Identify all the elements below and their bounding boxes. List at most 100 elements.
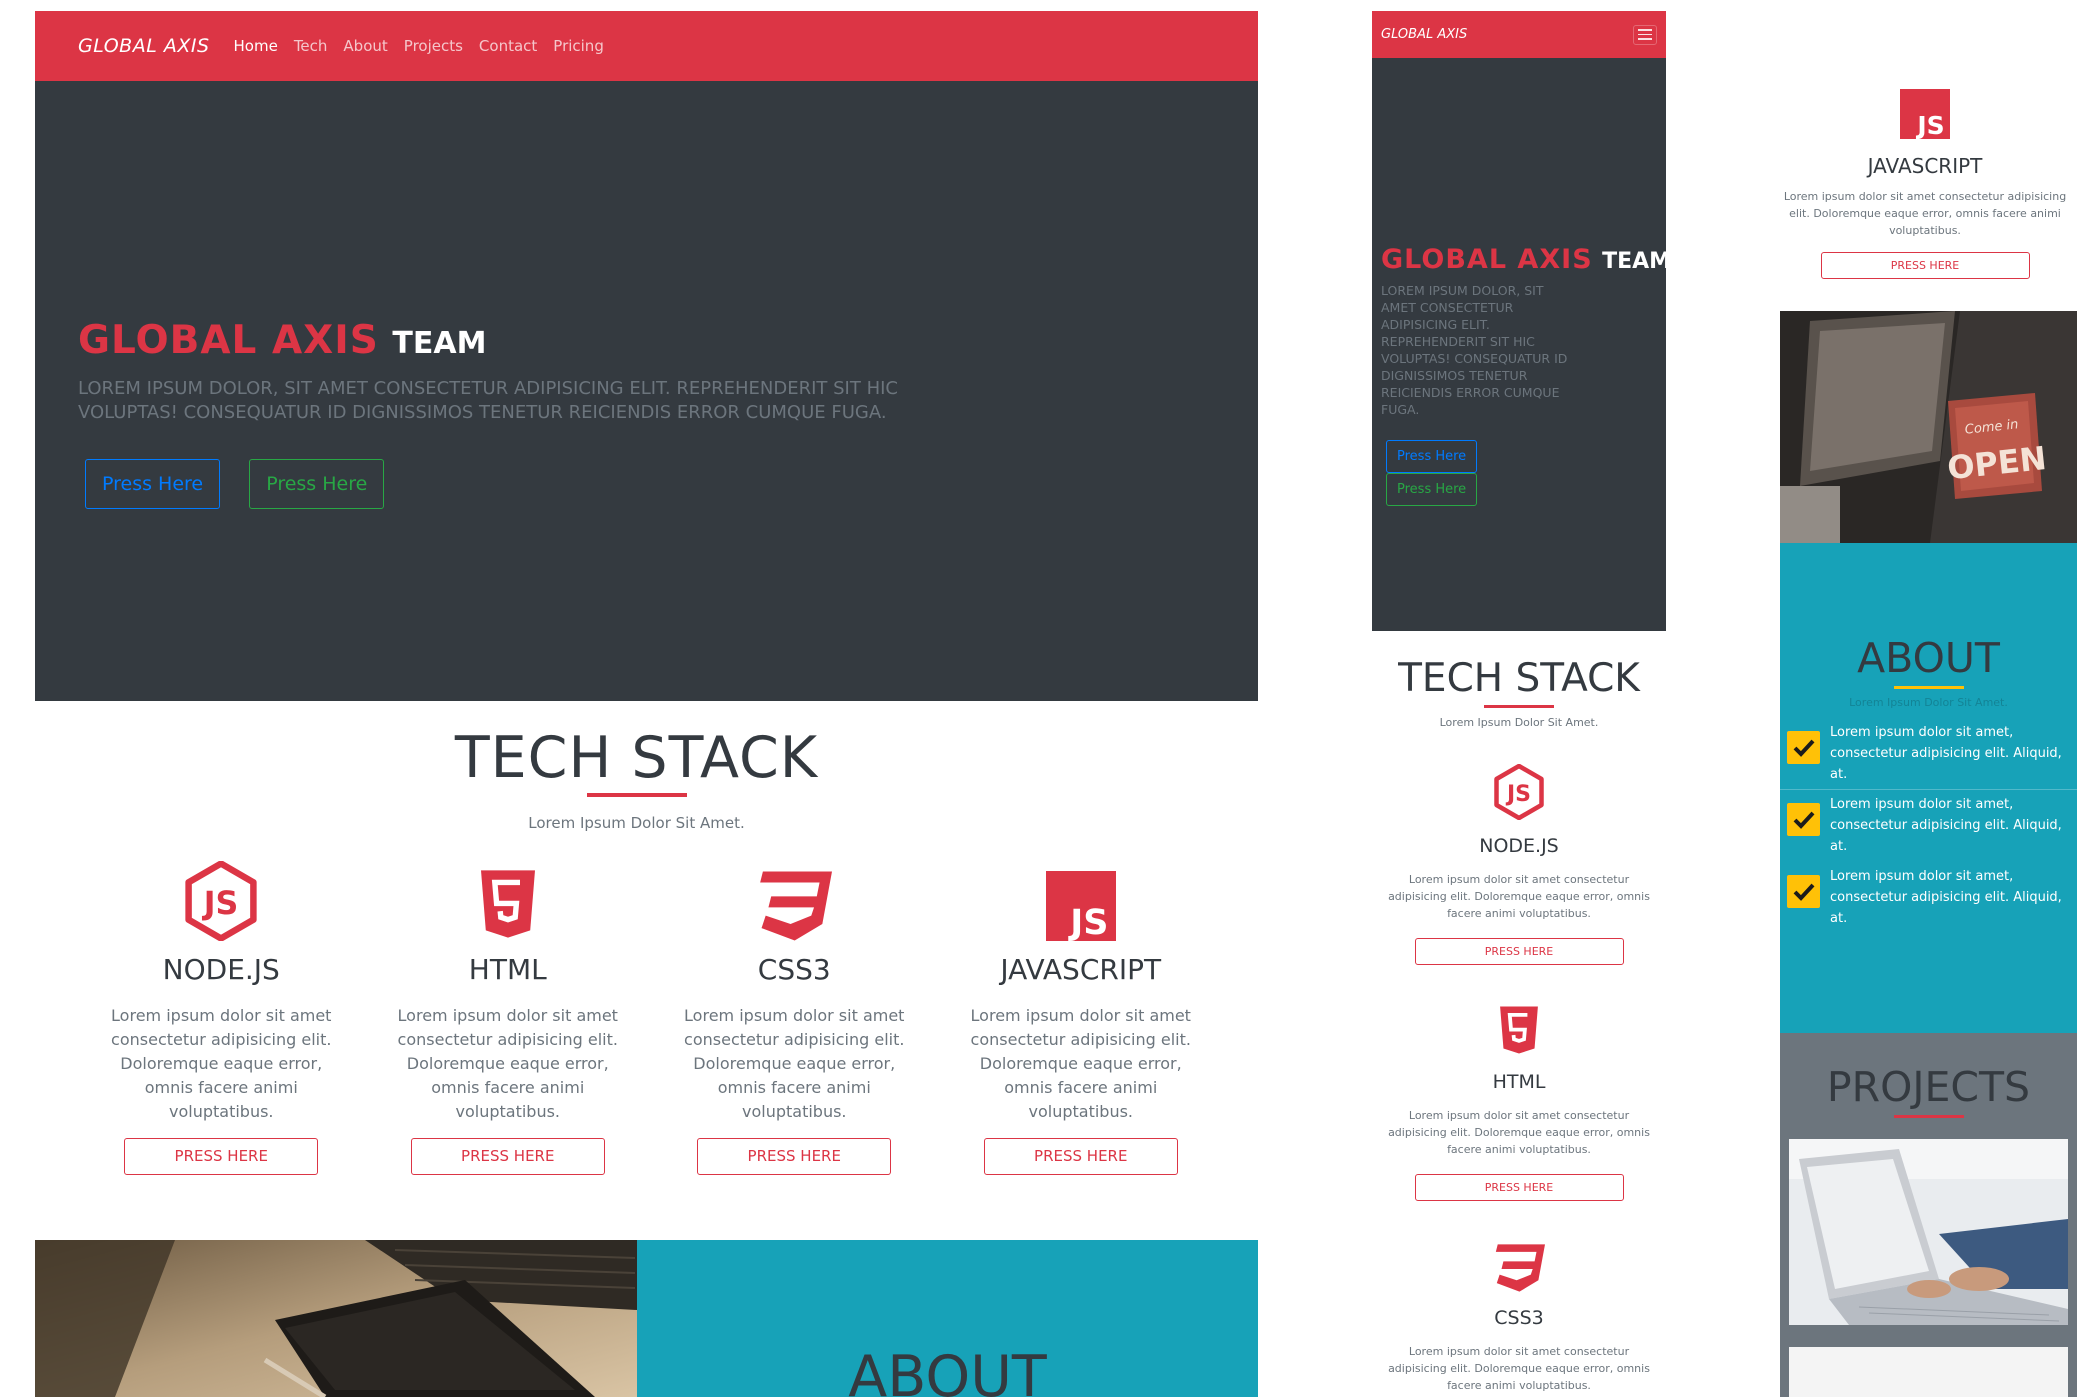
tech-card-nodejs: NODE.JS Lorem ipsum dolor sit amet conse… [1372,762,1666,965]
mobile-view: GLOBAL AXIS GLOBAL AXIS TEAM Lorem ipsum… [1372,11,1666,1397]
hero-secondary-button[interactable]: Press Here [1386,473,1478,506]
tech-card-javascript: JAVASCRIPT Lorem ipsum dolor sit amet co… [1773,75,2077,279]
card-press-button[interactable]: Press Here [1820,252,2030,279]
card-press-button[interactable]: Press Here [124,1138,319,1175]
about-list: Lorem ipsum dolor sit amet, consectetur … [1780,717,2077,933]
card-text: Lorem ipsum dolor sit amet consectetur a… [1783,190,2067,237]
brand-logo[interactable]: GLOBAL AXIS [78,35,210,57]
card-press-button[interactable]: Press Here [410,1138,605,1175]
list-item-text: Lorem ipsum dolor sit amet, consectetur … [1830,869,2062,926]
hero-buttons: Press Here Press Here [1381,440,1581,506]
about-title: ABOUT [848,1344,1047,1397]
tech-card-html: HTML Lorem ipsum dolor sit amet consecte… [365,861,652,1175]
navbar: GLOBAL AXIS [1372,11,1666,58]
card-text: Lorem ipsum dolor sit amet consectetur a… [1388,1109,1650,1156]
tech-card-nodejs: NODE.JS Lorem ipsum dolor sit amet conse… [78,861,365,1175]
about-title-underline [1893,686,1964,689]
desk-photo [35,1240,637,1397]
card-text: Lorem ipsum dolor sit amet consectetur a… [970,1006,1191,1121]
list-item-text: Lorem ipsum dolor sit amet, consectetur … [1830,797,2062,854]
card-text: Lorem ipsum dolor sit amet consectetur a… [1388,1345,1650,1392]
card-title: NODE.JS [1479,835,1559,857]
about-section: ABOUT [35,1240,1258,1397]
card-title: CSS3 [757,953,831,986]
about-panel: ABOUT [637,1240,1258,1397]
card-text: Lorem ipsum dolor sit amet consectetur a… [111,1006,332,1121]
card-press-button[interactable]: Press Here [1414,938,1624,965]
list-item: Lorem ipsum dolor sit amet, consectetur … [1780,789,2077,861]
card-press-button[interactable]: Press Here [1414,1174,1624,1201]
card-title: CSS3 [1494,1307,1544,1329]
nav-pricing[interactable]: Pricing [553,37,604,55]
list-item: Lorem ipsum dolor sit amet, consectetur … [1780,861,2077,933]
mobile-view-scrolled: JAVASCRIPT Lorem ipsum dolor sit amet co… [1773,11,2077,1397]
tech-card-css3: CSS3 Lorem ipsum dolor sit amet consecte… [651,861,938,1175]
tech-stack-section: TECH STACK Lorem Ipsum Dolor Sit Amet. N… [1372,656,1666,1397]
checkmark-icon [1787,731,1820,764]
hamburger-menu-icon[interactable] [1633,24,1657,45]
hero-title: GLOBAL AXIS TEAM [78,318,938,363]
card-title: HTML [1492,1071,1546,1093]
nav-home[interactable]: Home [234,37,278,55]
desktop-view: GLOBAL AXIS Home Tech About Projects Con… [35,11,1258,1397]
projects-title-underline [1893,1115,1964,1118]
hero-content: GLOBAL AXIS TEAM Lorem ipsum dolor, sit … [1381,244,1666,506]
hero-buttons: Press Here Press Here [78,459,938,509]
tech-card-javascript: JAVASCRIPT Lorem ipsum dolor sit amet co… [938,861,1225,1175]
hero-text: Lorem ipsum dolor, sit amet consectetur … [78,378,898,423]
hero-secondary-button[interactable]: Press Here [249,459,385,509]
tech-stack-section: TECH STACK Lorem Ipsum Dolor Sit Amet. N… [35,701,1258,1231]
hero-text: Lorem ipsum dolor, sit amet consectetur … [1381,283,1568,417]
navbar: GLOBAL AXIS Home Tech About Projects Con… [35,11,1258,81]
hero-primary-button[interactable]: Press Here [1386,440,1478,473]
hero-title-main: GLOBAL AXIS [1381,244,1593,275]
card-text: Lorem ipsum dolor sit amet consectetur a… [684,1006,905,1121]
checkmark-icon [1787,803,1820,836]
hero-section: GLOBAL AXIS TEAM Lorem ipsum dolor, sit … [1372,58,1666,631]
nodejs-icon [185,861,257,941]
hero-primary-button[interactable]: Press Here [85,459,221,509]
card-press-button[interactable]: Press Here [983,1138,1178,1175]
tech-title: TECH STACK [454,725,819,791]
list-item-text: Lorem ipsum dolor sit amet, consectetur … [1830,725,2062,782]
about-subtitle: Lorem Ipsum Dolor Sit Amet. [1849,696,2008,709]
card-text: Lorem ipsum dolor sit amet consectetur a… [1388,873,1650,920]
hero-title-sub: TEAM [392,326,487,361]
css3-icon [756,871,832,941]
tech-subtitle: Lorem Ipsum Dolor Sit Amet. [1439,716,1599,729]
tech-subtitle: Lorem Ipsum Dolor Sit Amet. [528,814,745,832]
javascript-icon [1900,89,1950,139]
card-press-button[interactable]: Press Here [697,1138,892,1175]
about-title: ABOUT [1857,634,2000,682]
projects-title: PROJECTS [1826,1063,2031,1111]
nav-contact[interactable]: Contact [479,37,537,55]
tech-card-html: HTML Lorem ipsum dolor sit amet consecte… [1372,998,1666,1201]
tech-card-css3: CSS3 Lorem ipsum dolor sit amet consecte… [1372,1234,1666,1397]
brand-logo[interactable]: GLOBAL AXIS [1381,27,1467,42]
tech-cards: NODE.JS Lorem ipsum dolor sit amet conse… [78,861,1224,1175]
nav-about[interactable]: About [343,37,387,55]
list-item: Lorem ipsum dolor sit amet, consectetur … [1780,717,2077,789]
html5-icon [1498,1004,1540,1056]
tech-title-underline [587,793,687,797]
about-section: ABOUT Lorem Ipsum Dolor Sit Amet. Lorem … [1780,543,2077,1033]
projects-section: PROJECTS [1780,1033,2077,1397]
laptop-photo [1789,1139,2068,1325]
card-text: Lorem ipsum dolor sit amet consectetur a… [397,1006,618,1121]
hero-title: GLOBAL AXIS TEAM [1381,244,1666,275]
nav-tech[interactable]: Tech [294,37,328,55]
css3-icon [1493,1244,1545,1292]
hero-section: GLOBAL AXIS TEAM Lorem ipsum dolor, sit … [35,81,1258,701]
tech-title: TECH STACK [1398,656,1640,701]
card-title: JAVASCRIPT [1867,154,1983,178]
nodejs-icon [1494,764,1544,820]
javascript-icon [1046,871,1116,941]
tech-title-underline [1484,705,1554,708]
html5-icon [478,867,538,941]
open-sign-photo: Come in OPEN [1780,311,2077,543]
project-thumbnail [1789,1347,2068,1397]
hero-title-main: GLOBAL AXIS [78,318,379,363]
nav-projects[interactable]: Projects [404,37,463,55]
card-title: JAVASCRIPT [1000,953,1162,986]
card-title: NODE.JS [162,953,280,986]
